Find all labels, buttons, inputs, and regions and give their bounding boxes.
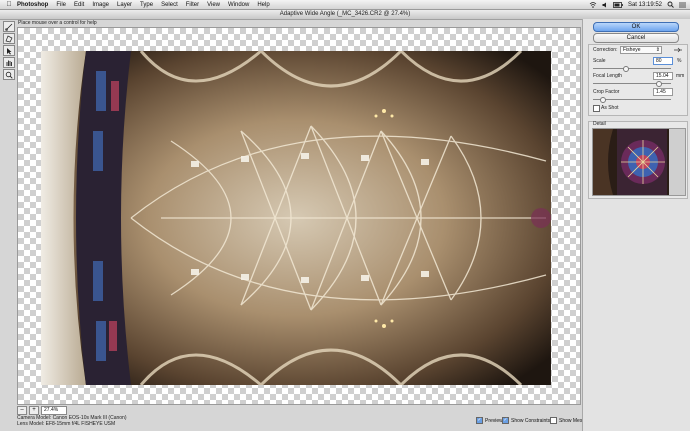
show-constraints-checkbox[interactable]: ✓: [502, 417, 509, 424]
preview-option[interactable]: ✓ Preview: [476, 417, 503, 424]
zoom-out-button[interactable]: –: [17, 405, 27, 415]
scale-label: Scale: [593, 58, 606, 64]
detail-group: Detail: [588, 121, 688, 199]
correction-value: Fisheye: [623, 47, 641, 53]
panel-options-icon[interactable]: [673, 46, 683, 54]
menu-app-name[interactable]: Photoshop: [13, 2, 52, 8]
scale-slider[interactable]: [593, 68, 671, 69]
focal-length-field[interactable]: 15.04: [653, 72, 673, 80]
preview-label: Preview: [485, 417, 503, 424]
menu-edit[interactable]: Edit: [70, 2, 88, 8]
detail-label: Detail: [593, 121, 606, 127]
menu-window[interactable]: Window: [224, 2, 253, 8]
zoom-tool-icon[interactable]: [3, 69, 15, 80]
chevron-down-icon: ⇕: [655, 47, 660, 53]
detail-preview-image: [593, 129, 685, 195]
battery-icon[interactable]: [613, 1, 623, 8]
zoom-control: – + 27.4%: [17, 405, 67, 415]
detail-loupe: [592, 128, 686, 196]
as-shot-label: As Shot: [601, 105, 619, 111]
show-constraints-label: Show Constraints: [511, 417, 551, 424]
preview-image[interactable]: [41, 51, 551, 385]
crop-factor-field[interactable]: 1.45: [653, 88, 673, 96]
tool-palette: [3, 21, 15, 80]
menu-help[interactable]: Help: [253, 2, 273, 8]
volume-icon[interactable]: [602, 2, 608, 8]
as-shot-checkbox[interactable]: [593, 105, 600, 112]
apple-icon[interactable]: : [5, 1, 13, 8]
menu-image[interactable]: Image: [88, 2, 113, 8]
menu-layer[interactable]: Layer: [113, 2, 136, 8]
correction-group: Correction: Fisheye ⇕ Scale 80 % Focal L…: [588, 44, 688, 116]
settings-panel: OK Cancel Correction: Fisheye ⇕ Scale 80…: [582, 19, 690, 431]
zoom-in-button[interactable]: +: [29, 405, 39, 415]
camera-info: Camera Model: Canon EOS-10s Mark III (Ca…: [17, 415, 127, 427]
crop-factor-slider-knob[interactable]: [600, 97, 607, 103]
focal-length-unit: mm: [676, 73, 685, 79]
cathedral-vault-photo: [41, 51, 551, 385]
menu-file[interactable]: File: [52, 2, 70, 8]
preview-checkbox[interactable]: ✓: [476, 417, 483, 424]
focal-length-label: Focal Length: [593, 73, 622, 79]
zoom-level-field[interactable]: 27.4%: [41, 405, 67, 415]
menu-view[interactable]: View: [203, 2, 224, 8]
ok-button[interactable]: OK: [593, 22, 679, 32]
focal-length-slider-knob[interactable]: [655, 81, 662, 87]
show-constraints-option[interactable]: ✓ Show Constraints: [502, 417, 550, 424]
dialog-title: Adaptive Wide Angle (_MC_3426.CR2 @ 27.4…: [279, 11, 411, 17]
menu-bar:  Photoshop File Edit Image Layer Type S…: [0, 0, 690, 10]
scale-slider-knob[interactable]: [622, 66, 629, 72]
cancel-button[interactable]: Cancel: [593, 33, 679, 43]
scale-field[interactable]: 80: [653, 57, 673, 65]
wifi-icon[interactable]: [589, 1, 597, 8]
menu-status-area: Sat 13:19:52: [589, 0, 686, 9]
help-hint: Place mouse over a control for help: [18, 20, 97, 26]
show-mesh-checkbox[interactable]: [550, 417, 557, 424]
menu-select[interactable]: Select: [157, 2, 182, 8]
lens-model-text: Lens Model: EF8-15mm f/4L FISHEYE USM: [17, 421, 116, 427]
polygon-constraint-tool-icon[interactable]: [3, 33, 15, 44]
move-tool-icon[interactable]: [3, 45, 15, 56]
show-mesh-option[interactable]: Show Mesh: [550, 417, 585, 424]
spotlight-search-icon[interactable]: [667, 1, 674, 8]
constraint-tool-icon[interactable]: [3, 21, 15, 32]
correction-select[interactable]: Fisheye ⇕: [620, 46, 662, 54]
menu-type[interactable]: Type: [136, 2, 157, 8]
correction-label: Correction:: [593, 47, 618, 53]
crop-factor-label: Crop Factor: [593, 89, 620, 95]
hand-tool-icon[interactable]: [3, 57, 15, 68]
scale-unit: %: [677, 58, 682, 64]
menu-filter[interactable]: Filter: [182, 2, 203, 8]
clock[interactable]: Sat 13:19:52: [628, 2, 662, 8]
notification-center-icon[interactable]: [679, 2, 686, 8]
